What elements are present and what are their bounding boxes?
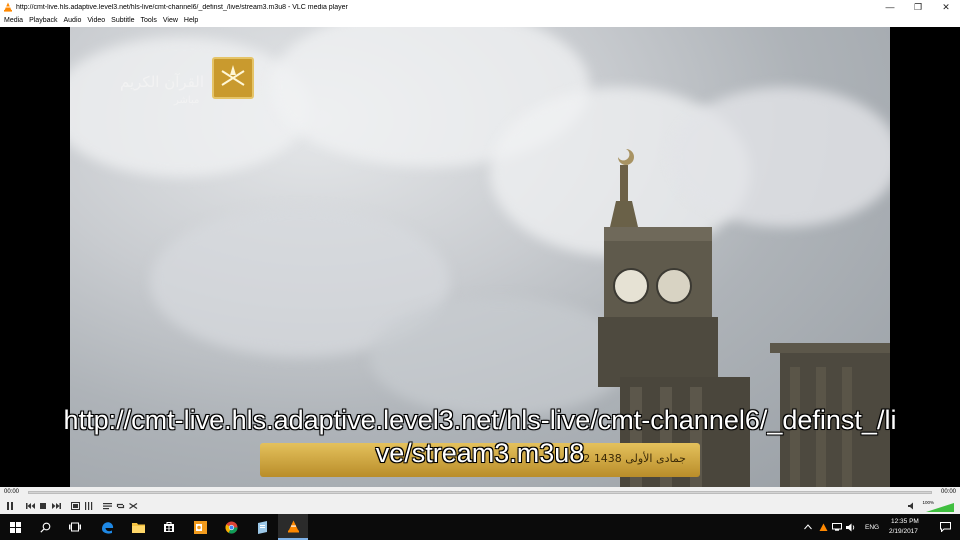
shuffle-button[interactable]: [127, 500, 139, 512]
tray-volume[interactable]: [844, 514, 858, 540]
input-language[interactable]: ENG: [865, 524, 879, 531]
tray-vlc[interactable]: [816, 514, 830, 540]
previous-icon: [25, 503, 35, 509]
menu-tools[interactable]: Tools: [139, 17, 161, 24]
video-area[interactable]: القرآن الكريم مباشر 22 جمادى الأولى 1438…: [0, 27, 960, 487]
taskbar-app[interactable]: [247, 514, 277, 540]
folder-icon: [131, 522, 145, 533]
clock-time[interactable]: 12:35 PM: [891, 518, 919, 525]
edge-icon: [101, 521, 113, 534]
outlook-icon: [193, 520, 207, 534]
clock-date[interactable]: 2/19/2017: [889, 528, 918, 535]
channel-logo-text: القرآن الكريم: [120, 73, 205, 91]
loop-button[interactable]: [114, 500, 126, 512]
volume-slider[interactable]: [926, 503, 954, 512]
menu-view[interactable]: View: [161, 17, 182, 24]
menu-media[interactable]: Media: [2, 17, 27, 24]
playback-controls: 100%: [0, 498, 960, 514]
remaining-time[interactable]: 00:00: [941, 489, 956, 495]
task-view-icon: [69, 522, 81, 532]
fullscreen-button[interactable]: [69, 500, 81, 512]
action-center-button[interactable]: [930, 514, 960, 540]
stop-icon: [40, 503, 46, 509]
taskbar-outlook[interactable]: [185, 514, 215, 540]
playlist-icon: [102, 503, 112, 510]
chrome-icon: [224, 521, 237, 534]
pause-icon: [7, 502, 13, 510]
pause-button[interactable]: [3, 500, 17, 512]
search-button[interactable]: [30, 514, 60, 540]
windows-icon: [9, 521, 21, 533]
menu-video[interactable]: Video: [85, 17, 109, 24]
task-view-button[interactable]: [60, 514, 90, 540]
vlc-icon: [4, 2, 12, 12]
taskbar-chrome[interactable]: [216, 514, 246, 540]
taskbar-file-explorer[interactable]: [123, 514, 153, 540]
tray-network[interactable]: [830, 514, 844, 540]
elapsed-time: 00:00: [4, 489, 20, 495]
next-icon: [51, 503, 61, 509]
seek-row: 00:00 00:00: [0, 487, 960, 498]
title-bar: http://cmt-live.hls.adaptive.level3.net/…: [0, 0, 960, 14]
window-title: http://cmt-live.hls.adaptive.level3.net/…: [16, 3, 348, 11]
taskbar-edge[interactable]: [92, 514, 122, 540]
menu-audio[interactable]: Audio: [61, 17, 85, 24]
close-button[interactable]: ✕: [932, 0, 960, 14]
taskbar: ENG 12:35 PM 2/19/2017: [0, 514, 960, 540]
tray-overflow-button[interactable]: [801, 514, 815, 540]
playlist-button[interactable]: [101, 500, 113, 512]
previous-button[interactable]: [24, 500, 36, 512]
speaker-icon: [908, 502, 913, 510]
taskbar-vlc[interactable]: [278, 514, 308, 540]
seek-slider[interactable]: [28, 491, 932, 494]
fullscreen-icon: [70, 502, 80, 510]
network-icon: [832, 523, 842, 531]
vlc-icon: [287, 520, 299, 532]
minimize-button[interactable]: —: [876, 0, 904, 14]
shuffle-icon: [128, 503, 137, 509]
menu-help[interactable]: Help: [182, 17, 202, 24]
volume-fill: [926, 503, 954, 512]
menu-subtitle[interactable]: Subtitle: [109, 17, 138, 24]
stream-url-overlay: http://cmt-live.hls.adaptive.level3.net/…: [63, 405, 897, 468]
store-icon: [164, 522, 174, 532]
menu-bar: Media Playback Audio Video Subtitle Tool…: [0, 14, 960, 27]
vlc-tray-icon: [819, 523, 827, 531]
notifications-icon: [939, 522, 951, 532]
extended-settings-button[interactable]: [82, 500, 94, 512]
chevron-up-icon: [804, 524, 812, 530]
maximize-button[interactable]: ❐: [904, 0, 932, 14]
mute-button[interactable]: [906, 500, 918, 512]
stop-button[interactable]: [37, 500, 49, 512]
menu-playback[interactable]: Playback: [27, 17, 61, 24]
sliders-icon: [84, 502, 92, 510]
start-button[interactable]: [0, 514, 30, 540]
taskbar-store[interactable]: [154, 514, 184, 540]
loop-icon: [116, 503, 124, 509]
notebook-icon: [257, 520, 267, 534]
search-icon: [39, 522, 50, 533]
channel-logo: [212, 57, 254, 99]
channel-logo-sub: مباشر: [174, 95, 200, 106]
emblem-icon: [221, 65, 245, 86]
speaker-icon: [846, 523, 855, 531]
next-button[interactable]: [50, 500, 62, 512]
